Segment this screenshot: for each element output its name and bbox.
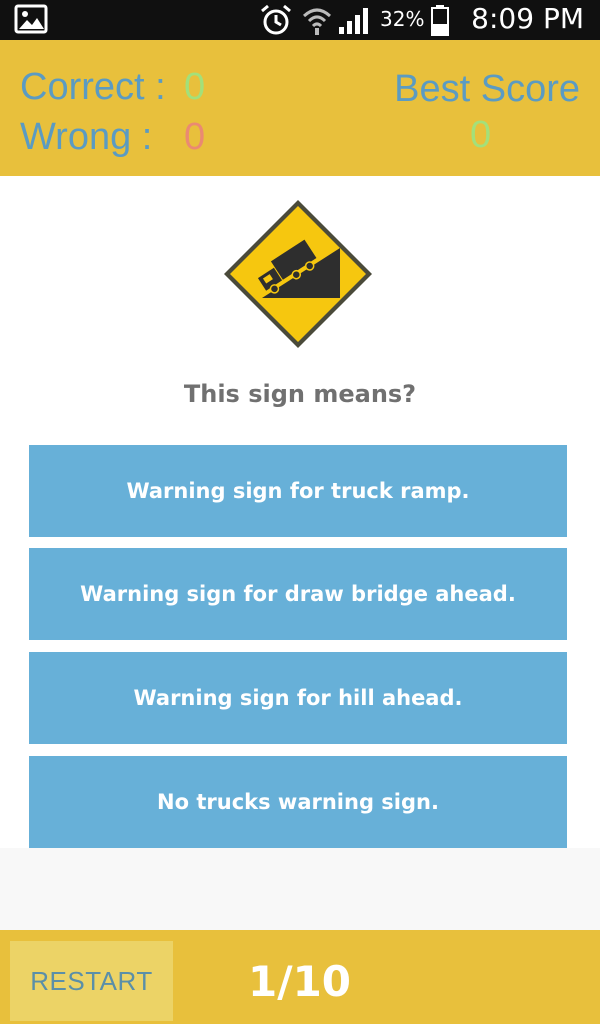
quiz-screen: 32% 8:09 PM Correct : 0 Wrong : 0 Best S… — [0, 0, 600, 1024]
question-progress: 1/10 — [248, 957, 352, 1006]
battery-icon — [431, 5, 449, 36]
alarm-icon — [261, 4, 291, 35]
gallery-icon — [14, 4, 48, 34]
wrong-count: 0 — [184, 116, 206, 158]
footer-bar: RESTART 1/10 — [0, 930, 600, 1024]
wrong-label: Wrong : — [20, 116, 153, 158]
answer-option-3[interactable]: Warning sign for hill ahead. — [29, 652, 567, 744]
answer-option-label: No trucks warning sign. — [157, 790, 439, 814]
question-text: This sign means? — [183, 380, 417, 408]
truck-downhill-grade-sign-icon — [224, 200, 372, 348]
status-bar: 32% 8:09 PM — [0, 0, 600, 40]
correct-label: Correct : — [20, 66, 166, 108]
content-bottom-spacer — [0, 848, 600, 930]
score-header: Correct : 0 Wrong : 0 Best Score 0 — [0, 40, 600, 176]
battery-percent: 32% — [380, 7, 425, 31]
wifi-icon — [302, 8, 332, 35]
correct-count: 0 — [184, 66, 206, 108]
answer-option-2[interactable]: Warning sign for draw bridge ahead. — [29, 548, 567, 640]
answer-option-label: Warning sign for truck ramp. — [126, 479, 470, 503]
answer-option-4[interactable]: No trucks warning sign. — [29, 756, 567, 848]
best-score-label: Best Score — [394, 68, 580, 110]
restart-button[interactable]: RESTART — [10, 941, 173, 1021]
answer-option-1[interactable]: Warning sign for truck ramp. — [29, 445, 567, 537]
best-score-value: 0 — [470, 114, 492, 156]
restart-button-label: RESTART — [30, 965, 153, 996]
answer-option-label: Warning sign for draw bridge ahead. — [80, 582, 516, 606]
answer-option-label: Warning sign for hill ahead. — [133, 686, 463, 710]
signal-icon — [339, 8, 368, 34]
status-time: 8:09 PM — [471, 2, 584, 35]
